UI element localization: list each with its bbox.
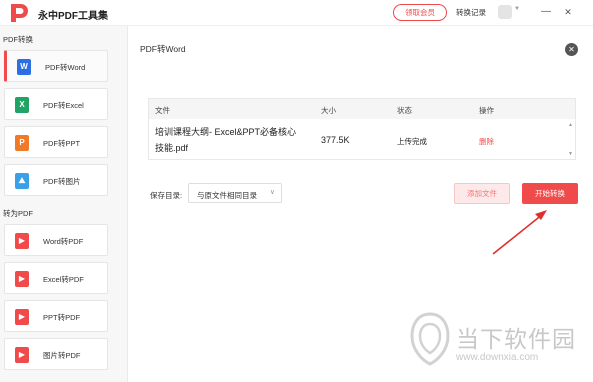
sidebar-item-label: PDF转图片 [43,177,81,186]
pdf-icon: ▶ [15,271,29,287]
file-size: 377.5K [321,135,350,145]
conversion-history-link[interactable]: 转换记录 [456,7,486,18]
save-directory-select[interactable]: 与原文件相同目录 ∨ [188,183,282,203]
close-panel-icon[interactable]: ✕ [565,43,578,56]
sidebar-item-word-to-pdf[interactable]: ▶ Word转PDF [4,224,108,256]
pdf-icon: ▶ [15,233,29,249]
delete-link[interactable]: 删除 [479,135,494,149]
page-title: PDF转Word [140,44,186,54]
excel-icon: X [15,97,29,113]
column-header-file: 文件 [155,106,170,115]
column-header-status: 状态 [397,106,412,115]
sidebar-item-label: PPT转PDF [43,313,81,322]
sidebar-item-label: Excel转PDF [43,275,84,284]
title-bar: 永中PDF工具集 领取会员 转换记录 ▼ — ✕ [0,0,593,26]
sidebar-item-label: 图片转PDF [43,351,81,360]
file-name-continued: 技能.pdf [155,143,189,153]
watermark-url: www.downxia.com [456,352,539,363]
scroll-up-icon[interactable]: ▲ [568,122,573,128]
sidebar: PDF转换 W PDF转Word X PDF转Excel P PDF转PPT ⛰… [0,26,128,382]
sidebar-item-label: PDF转Word [45,63,86,72]
sidebar-item-pdf-to-ppt[interactable]: P PDF转PPT [4,126,108,158]
file-status: 上传完成 [397,137,427,146]
table-header [149,99,575,119]
app-logo-icon [11,4,28,22]
section-title-to-pdf: 转为PDF [3,209,33,218]
sidebar-item-excel-to-pdf[interactable]: ▶ Excel转PDF [4,262,108,294]
section-title-pdf-convert: PDF转换 [3,35,33,44]
annotation-arrow-icon [492,210,547,255]
chevron-down-icon: ∨ [269,189,275,196]
watermark: 当下软件园 www.downxia.com [410,312,590,378]
pdf-icon: ▶ [15,347,29,363]
scroll-down-icon[interactable]: ▼ [568,151,573,157]
minimize-icon[interactable]: — [538,4,554,20]
column-header-action: 操作 [479,106,494,115]
add-file-button[interactable]: 添加文件 [454,183,510,204]
save-directory-value: 与原文件相同目录 [197,191,257,200]
claim-vip-button[interactable]: 领取会员 [393,4,447,21]
app-title: 永中PDF工具集 [38,11,108,22]
sidebar-item-ppt-to-pdf[interactable]: ▶ PPT转PDF [4,300,108,332]
sidebar-item-pdf-to-word[interactable]: W PDF转Word [4,50,108,82]
sidebar-item-pdf-to-excel[interactable]: X PDF转Excel [4,88,108,120]
close-icon[interactable]: ✕ [560,4,576,20]
save-directory-label: 保存目录: [150,191,183,200]
avatar[interactable] [498,5,512,19]
sidebar-item-label: PDF转PPT [43,139,81,148]
sidebar-item-image-to-pdf[interactable]: ▶ 图片转PDF [4,338,108,370]
sidebar-item-label: Word转PDF [43,237,84,246]
word-icon: W [17,59,31,75]
pdf-icon: ▶ [15,309,29,325]
sidebar-item-pdf-to-image[interactable]: ⛰ PDF转图片 [4,164,108,196]
ppt-icon: P [15,135,29,151]
image-icon: ⛰ [15,173,29,189]
file-name: 培训课程大纲- Excel&PPT必备核心 [155,127,297,137]
watermark-text: 当下软件园 [456,327,576,353]
chevron-down-icon[interactable]: ▼ [514,6,520,12]
start-convert-button[interactable]: 开始转换 [522,183,578,204]
sidebar-item-label: PDF转Excel [43,101,84,110]
file-table: 文件 大小 状态 操作 培训课程大纲- Excel&PPT必备核心 技能.pdf… [148,98,576,160]
watermark-logo-icon [410,312,450,366]
column-header-size: 大小 [321,106,336,115]
